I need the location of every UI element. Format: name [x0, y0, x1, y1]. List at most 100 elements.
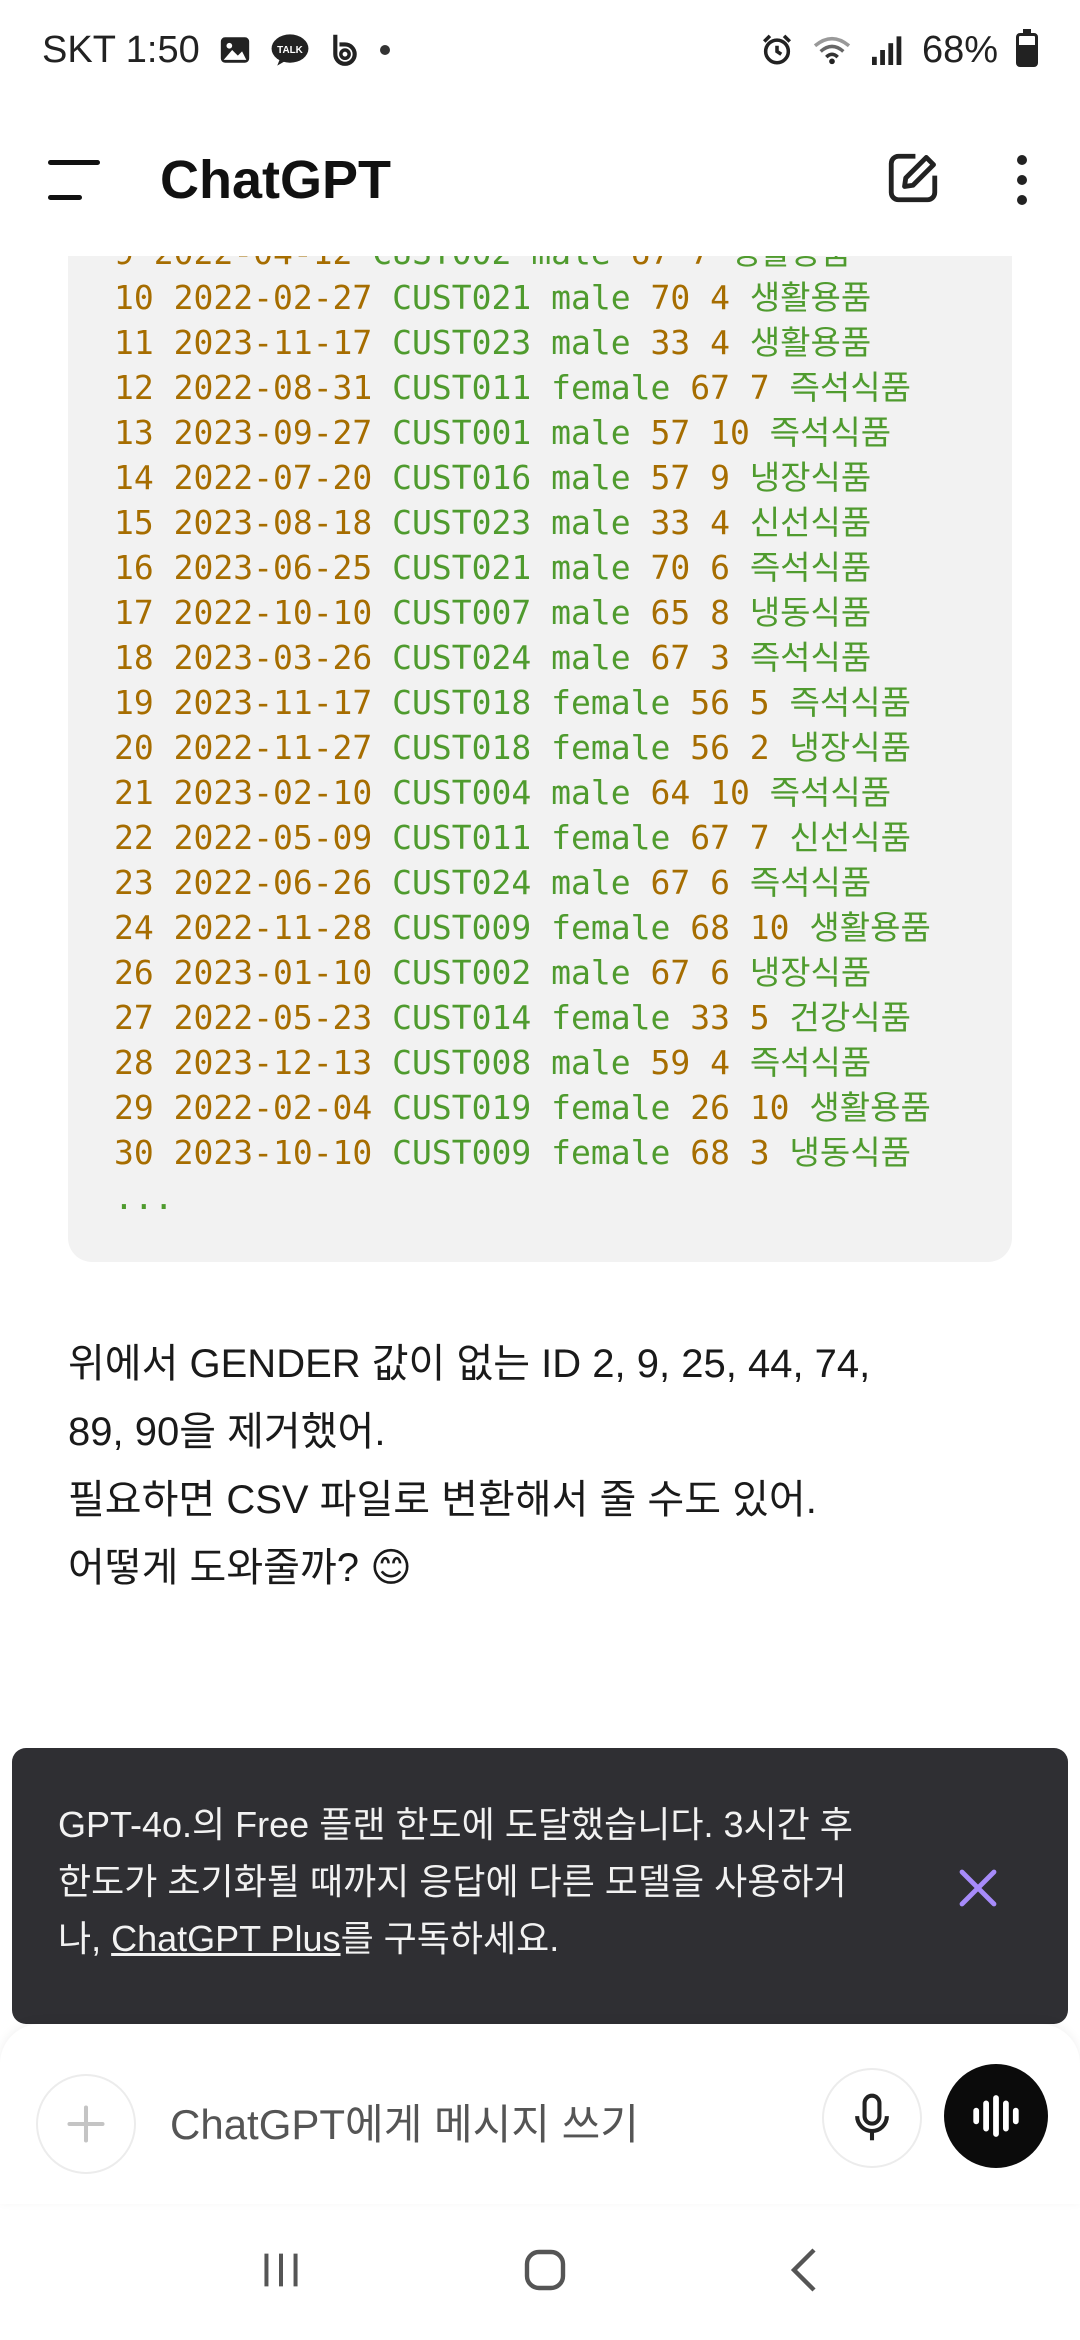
row-age: 67 — [670, 818, 730, 857]
row-gender: female — [531, 998, 671, 1037]
battery-icon — [1016, 29, 1038, 67]
code-ellipsis: ... — [114, 1178, 174, 1217]
status-right: 68% — [760, 29, 1038, 72]
row-category: 냉장식품 — [729, 953, 872, 992]
row-age: 67 — [630, 638, 691, 677]
close-icon[interactable] — [954, 1864, 1002, 1912]
row-quantity: 4 — [690, 278, 730, 317]
row-id: 19 — [114, 683, 154, 722]
row-date: 2022-11-28 — [153, 908, 373, 947]
chatgpt-plus-link[interactable]: ChatGPT Plus — [111, 1918, 340, 1959]
alarm-icon — [760, 33, 794, 67]
code-line-partial: 9 2022-04-12 CUST002 male 67 7 생활용품 — [114, 256, 931, 275]
row-age: 68 — [670, 1133, 730, 1172]
recent-apps-icon[interactable] — [258, 2250, 304, 2295]
row-customer: CUST023 — [372, 503, 532, 542]
row-date: 2022-04-12 — [134, 256, 353, 272]
row-quantity: 4 — [690, 323, 730, 362]
row-customer: CUST011 — [372, 818, 532, 857]
status-bar: SKT 1:50 TALK 68% — [0, 0, 1080, 100]
audio-waveform-icon — [973, 2095, 1019, 2137]
row-quantity: 5 — [729, 998, 770, 1037]
row-category: 즉석식품 — [729, 863, 872, 902]
row-id: 17 — [114, 593, 154, 632]
assistant-message: 위에서 GENDER 값이 없는 ID 2, 9, 25, 44, 74, 89… — [68, 1330, 1008, 1602]
menu-icon[interactable] — [48, 160, 104, 200]
more-options-icon[interactable] — [1012, 155, 1032, 205]
composer — [0, 2024, 1080, 2204]
app-title: ChatGPT — [160, 150, 392, 210]
row-age: 70 — [630, 278, 691, 317]
code-block: 9 2022-04-12 CUST002 male 67 7 생활용품10 20… — [68, 256, 1012, 1262]
row-id: 22 — [114, 818, 154, 857]
message-input[interactable] — [170, 2090, 790, 2160]
row-age: 56 — [670, 728, 730, 767]
row-id: 11 — [114, 323, 154, 362]
row-date: 2023-02-10 — [153, 773, 373, 812]
row-customer: CUST002 — [352, 256, 511, 272]
row-category: 생활용품 — [789, 1088, 931, 1127]
row-gender: male — [531, 953, 631, 992]
wifi-icon — [812, 33, 852, 67]
row-quantity: 6 — [690, 863, 730, 902]
row-id: 24 — [114, 908, 154, 947]
voice-mode-button[interactable] — [944, 2064, 1048, 2168]
row-gender: female — [531, 1133, 671, 1172]
row-category: 즉석식품 — [729, 548, 872, 587]
row-quantity: 4 — [690, 503, 730, 542]
row-id: 23 — [114, 863, 154, 902]
row-age: 59 — [630, 1043, 691, 1082]
row-gender: male — [531, 593, 631, 632]
row-quantity: 10 — [690, 413, 750, 452]
row-customer: CUST024 — [372, 863, 532, 902]
new-chat-icon[interactable] — [884, 149, 942, 212]
row-gender: male — [531, 548, 631, 587]
message-line: 89, 90을 제거했어. — [68, 1410, 386, 1454]
row-age: 33 — [630, 323, 691, 362]
row-date: 2022-08-31 — [153, 368, 373, 407]
row-quantity: 9 — [690, 458, 730, 497]
code-line: 18 2023-03-26 CUST024 male 67 3 즉석식품 — [114, 635, 931, 680]
row-gender: male — [531, 323, 631, 362]
battery-fill — [1019, 44, 1035, 64]
row-gender: male — [531, 863, 631, 902]
code-line: 23 2022-06-26 CUST024 male 67 6 즉석식품 — [114, 860, 931, 905]
row-customer: CUST011 — [372, 368, 532, 407]
row-date: 2023-09-27 — [153, 413, 373, 452]
code-line: 10 2022-02-27 CUST021 male 70 4 생활용품 — [114, 275, 931, 320]
row-date: 2023-03-26 — [153, 638, 373, 677]
status-left: SKT 1:50 TALK — [42, 29, 390, 72]
row-quantity: 5 — [729, 683, 770, 722]
row-customer: CUST021 — [372, 278, 532, 317]
row-customer: CUST009 — [372, 908, 532, 947]
row-category: 즉석식품 — [769, 683, 911, 722]
row-gender: male — [531, 458, 631, 497]
row-customer: CUST023 — [372, 323, 532, 362]
row-quantity: 7 — [729, 818, 770, 857]
row-category: 생활용품 — [710, 256, 851, 272]
back-icon[interactable] — [786, 2246, 822, 2299]
row-id: 16 — [114, 548, 154, 587]
row-date: 2023-06-25 — [153, 548, 373, 587]
code-line: 12 2022-08-31 CUST011 female 67 7 즉석식품 — [114, 365, 931, 410]
toast-text: GPT-4o.의 Free 플랜 한도에 도달했습니다. 3시간 후 한도가 초… — [58, 1796, 878, 1967]
row-gender: male — [531, 773, 631, 812]
b-app-icon — [328, 32, 362, 68]
carrier-time: SKT 1:50 — [42, 28, 200, 71]
notification-dot-icon — [379, 45, 390, 55]
plus-icon — [67, 2105, 105, 2143]
row-category: 냉동식품 — [769, 1133, 911, 1172]
row-id: 26 — [114, 953, 154, 992]
row-quantity: 6 — [690, 548, 730, 587]
home-icon[interactable] — [521, 2246, 569, 2299]
row-age: 67 — [611, 256, 671, 272]
row-age: 57 — [630, 413, 691, 452]
row-id: 21 — [114, 773, 154, 812]
row-age: 67 — [630, 863, 691, 902]
row-id: 10 — [114, 278, 154, 317]
header-actions — [884, 149, 1032, 212]
row-id: 29 — [114, 1088, 154, 1127]
mic-button[interactable] — [822, 2068, 922, 2168]
attach-button[interactable] — [36, 2074, 136, 2174]
row-customer: CUST019 — [372, 1088, 532, 1127]
